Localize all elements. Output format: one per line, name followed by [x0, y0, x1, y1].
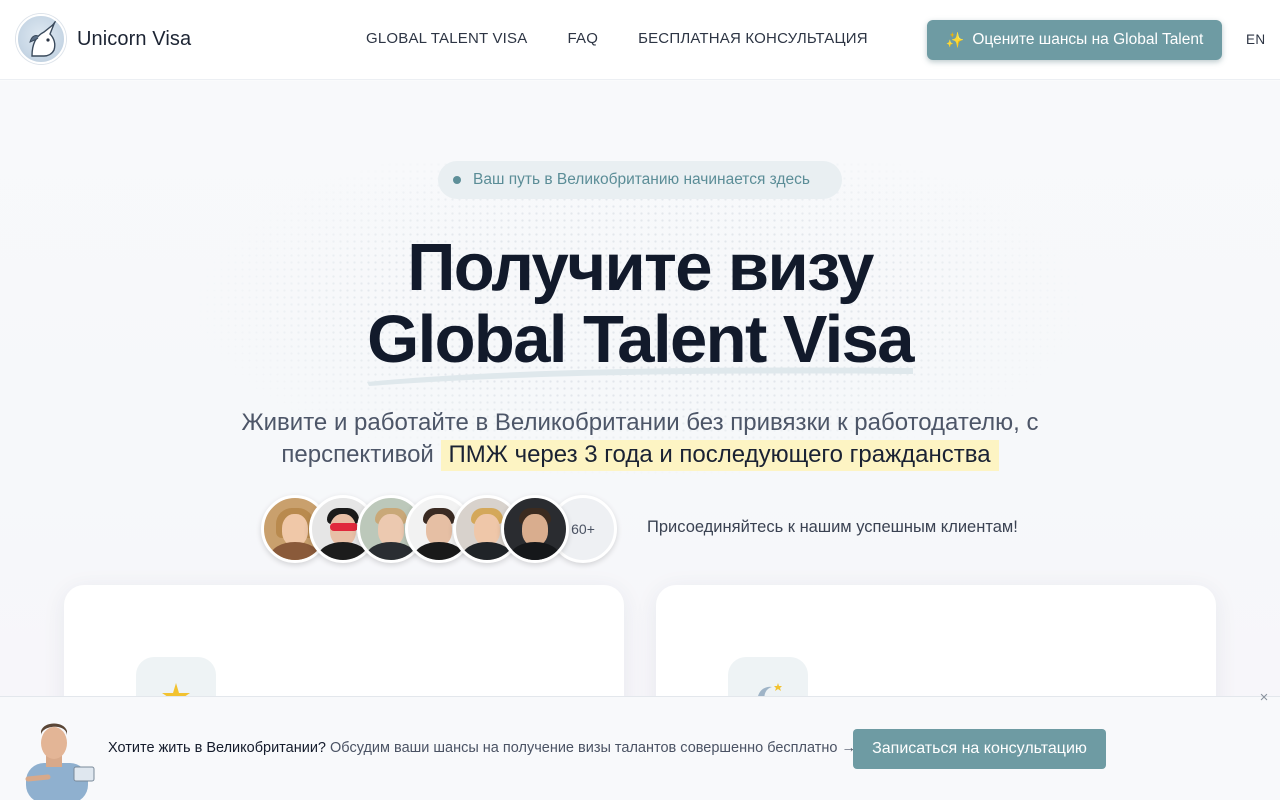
feature-icon-box: [136, 657, 216, 696]
subtitle-line2: перспективой ПМЖ через 3 года и последую…: [220, 439, 1060, 471]
book-consultation-button[interactable]: Записаться на консультацию: [853, 729, 1106, 769]
feature-card: [64, 585, 624, 696]
feature-icon-box: [728, 657, 808, 696]
sun-star-icon: [158, 679, 194, 696]
unicorn-logo-icon: [16, 14, 66, 64]
close-icon[interactable]: ×: [1256, 690, 1272, 706]
hero-subtitle: Живите и работайте в Великобритании без …: [220, 407, 1060, 471]
main-nav: GLOBAL TALENT VISA FAQ БЕСПЛАТНАЯ КОНСУЛ…: [366, 30, 868, 47]
client-avatar: [501, 495, 569, 563]
assess-chances-label: Оцените шансы на Global Talent: [972, 31, 1204, 48]
nav-free-consultation[interactable]: БЕСПЛАТНАЯ КОНСУЛЬТАЦИЯ: [638, 30, 868, 47]
hero-section: Ваш путь в Великобританию начинается зде…: [0, 81, 1280, 696]
tagline-text: Ваш путь в Великобританию начинается зде…: [473, 171, 810, 188]
consultation-banner: Хотите жить в Великобритании? Обсудим ва…: [0, 696, 1280, 800]
client-avatars: 60+: [261, 495, 617, 563]
nav-faq[interactable]: FAQ: [567, 30, 598, 47]
subtitle-text: перспективой: [281, 441, 434, 468]
banner-description: Обсудим ваши шансы на получение визы тал…: [330, 740, 856, 756]
banner-message: Хотите жить в Великобритании? Обсудим ва…: [108, 740, 856, 756]
assess-chances-button[interactable]: ✨ Оцените шансы на Global Talent: [927, 20, 1222, 60]
moon-star-icon: [750, 679, 786, 696]
nav-global-talent-visa[interactable]: GLOBAL TALENT VISA: [366, 30, 527, 47]
tagline-pill: Ваш путь в Великобританию начинается зде…: [438, 161, 842, 199]
brand-name: Unicorn Visa: [77, 27, 192, 50]
hero-title-line1: Получите визу: [407, 230, 874, 305]
subtitle-highlight: ПМЖ через 3 года и последующего гражданс…: [440, 440, 999, 471]
language-switch-link[interactable]: EN: [1246, 32, 1266, 47]
join-clients-text: Присоединяйтесь к нашим успешным клиента…: [647, 518, 1018, 536]
consultant-photo: [14, 719, 98, 800]
hero-title-line2: Global Talent Visa: [367, 302, 914, 377]
brand-home-link[interactable]: Unicorn Visa: [16, 14, 191, 64]
site-header: Unicorn Visa GLOBAL TALENT VISA FAQ БЕСП…: [0, 0, 1280, 80]
pill-dot-icon: [453, 176, 461, 184]
sparkles-icon: ✨: [945, 32, 965, 49]
banner-question: Хотите жить в Великобритании?: [108, 740, 326, 756]
feature-card: [656, 585, 1216, 696]
subtitle-line1: Живите и работайте в Великобритании без …: [241, 409, 1039, 436]
